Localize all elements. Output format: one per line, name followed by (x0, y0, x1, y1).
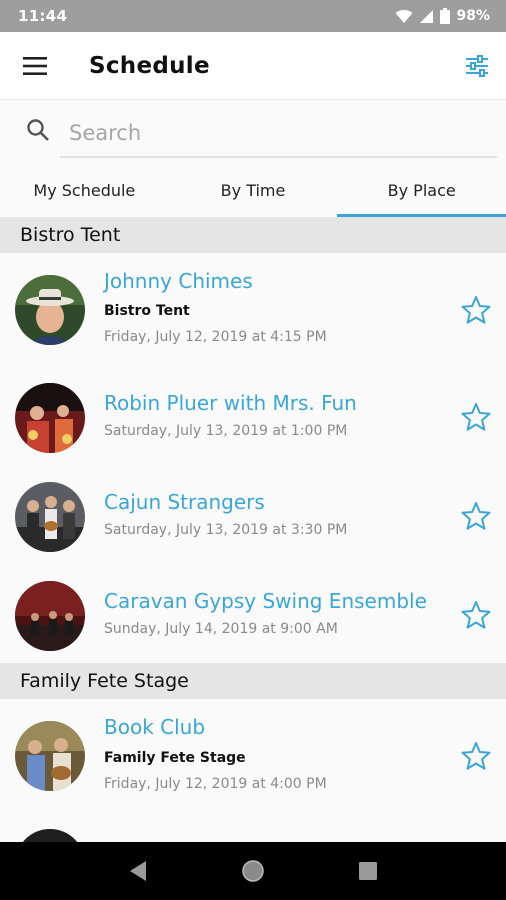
tab-bar: My Schedule By Time By Place (0, 164, 506, 217)
tab-by-place[interactable]: By Place (337, 164, 506, 217)
list-item[interactable]: Caravan Gypsy Swing Ensemble Sunday, Jul… (0, 571, 506, 671)
avatar (15, 721, 85, 791)
event-date: Sunday, July 14, 2019 at 9:00 AM (104, 621, 338, 637)
section-header: Family Fete Stage (0, 663, 506, 699)
event-date: Saturday, July 13, 2019 at 1:00 PM (104, 423, 348, 439)
wifi-icon (395, 9, 413, 23)
tab-by-time[interactable]: By Time (169, 164, 338, 217)
section-header: Bistro Tent (0, 217, 506, 253)
list-item[interactable]: Book Club Family Fete Stage Friday, July… (0, 699, 506, 799)
home-icon (242, 860, 264, 882)
event-date: Friday, July 12, 2019 at 4:15 PM (104, 329, 327, 345)
event-name: Robin Pluer with Mrs. Fun (104, 391, 357, 415)
event-name: Cajun Strangers (104, 490, 265, 514)
home-button[interactable] (233, 851, 273, 891)
page-title: Schedule (89, 52, 210, 79)
signal-icon (420, 9, 434, 23)
back-icon (129, 861, 146, 881)
search-bar (0, 100, 506, 164)
event-name: Book Club (104, 715, 206, 739)
status-bar: 11:44 98% (0, 0, 506, 32)
recents-button[interactable] (348, 851, 388, 891)
star-outline-icon[interactable] (460, 401, 492, 433)
search-input[interactable] (60, 110, 497, 158)
star-outline-icon[interactable] (460, 500, 492, 532)
avatar (15, 482, 85, 552)
list-item[interactable]: Cajun Strangers Saturday, July 13, 2019 … (0, 472, 506, 572)
avatar (15, 383, 85, 453)
list-item[interactable]: Johnny Chimes Bistro Tent Friday, July 1… (0, 253, 506, 353)
list-item[interactable] (0, 819, 506, 842)
event-venue: Bistro Tent (104, 303, 190, 319)
avatar (15, 275, 85, 345)
system-nav-bar (0, 842, 506, 900)
filter-button[interactable] (448, 32, 506, 100)
event-date: Friday, July 12, 2019 at 4:00 PM (104, 776, 327, 792)
app-bar: Schedule (0, 32, 506, 100)
menu-icon (23, 56, 47, 75)
star-outline-icon[interactable] (460, 740, 492, 772)
avatar (15, 829, 85, 842)
event-date: Saturday, July 13, 2019 at 3:30 PM (104, 522, 348, 538)
tab-my-schedule[interactable]: My Schedule (0, 164, 169, 217)
event-venue: Family Fete Stage (104, 750, 246, 766)
star-outline-icon[interactable] (460, 294, 492, 326)
event-name: Caravan Gypsy Swing Ensemble (104, 589, 427, 613)
battery-level: 98% (456, 8, 490, 24)
filter-icon (466, 54, 488, 77)
back-button[interactable] (118, 851, 158, 891)
star-outline-icon[interactable] (460, 599, 492, 631)
list-item[interactable]: Robin Pluer with Mrs. Fun Saturday, July… (0, 373, 506, 473)
recents-icon (359, 862, 378, 880)
avatar (15, 581, 85, 651)
event-name: Johnny Chimes (104, 269, 253, 293)
status-icons: 98% (395, 8, 490, 24)
search-icon (27, 119, 49, 141)
menu-button[interactable] (0, 32, 70, 100)
battery-icon (440, 8, 451, 24)
status-time: 11:44 (18, 7, 68, 25)
